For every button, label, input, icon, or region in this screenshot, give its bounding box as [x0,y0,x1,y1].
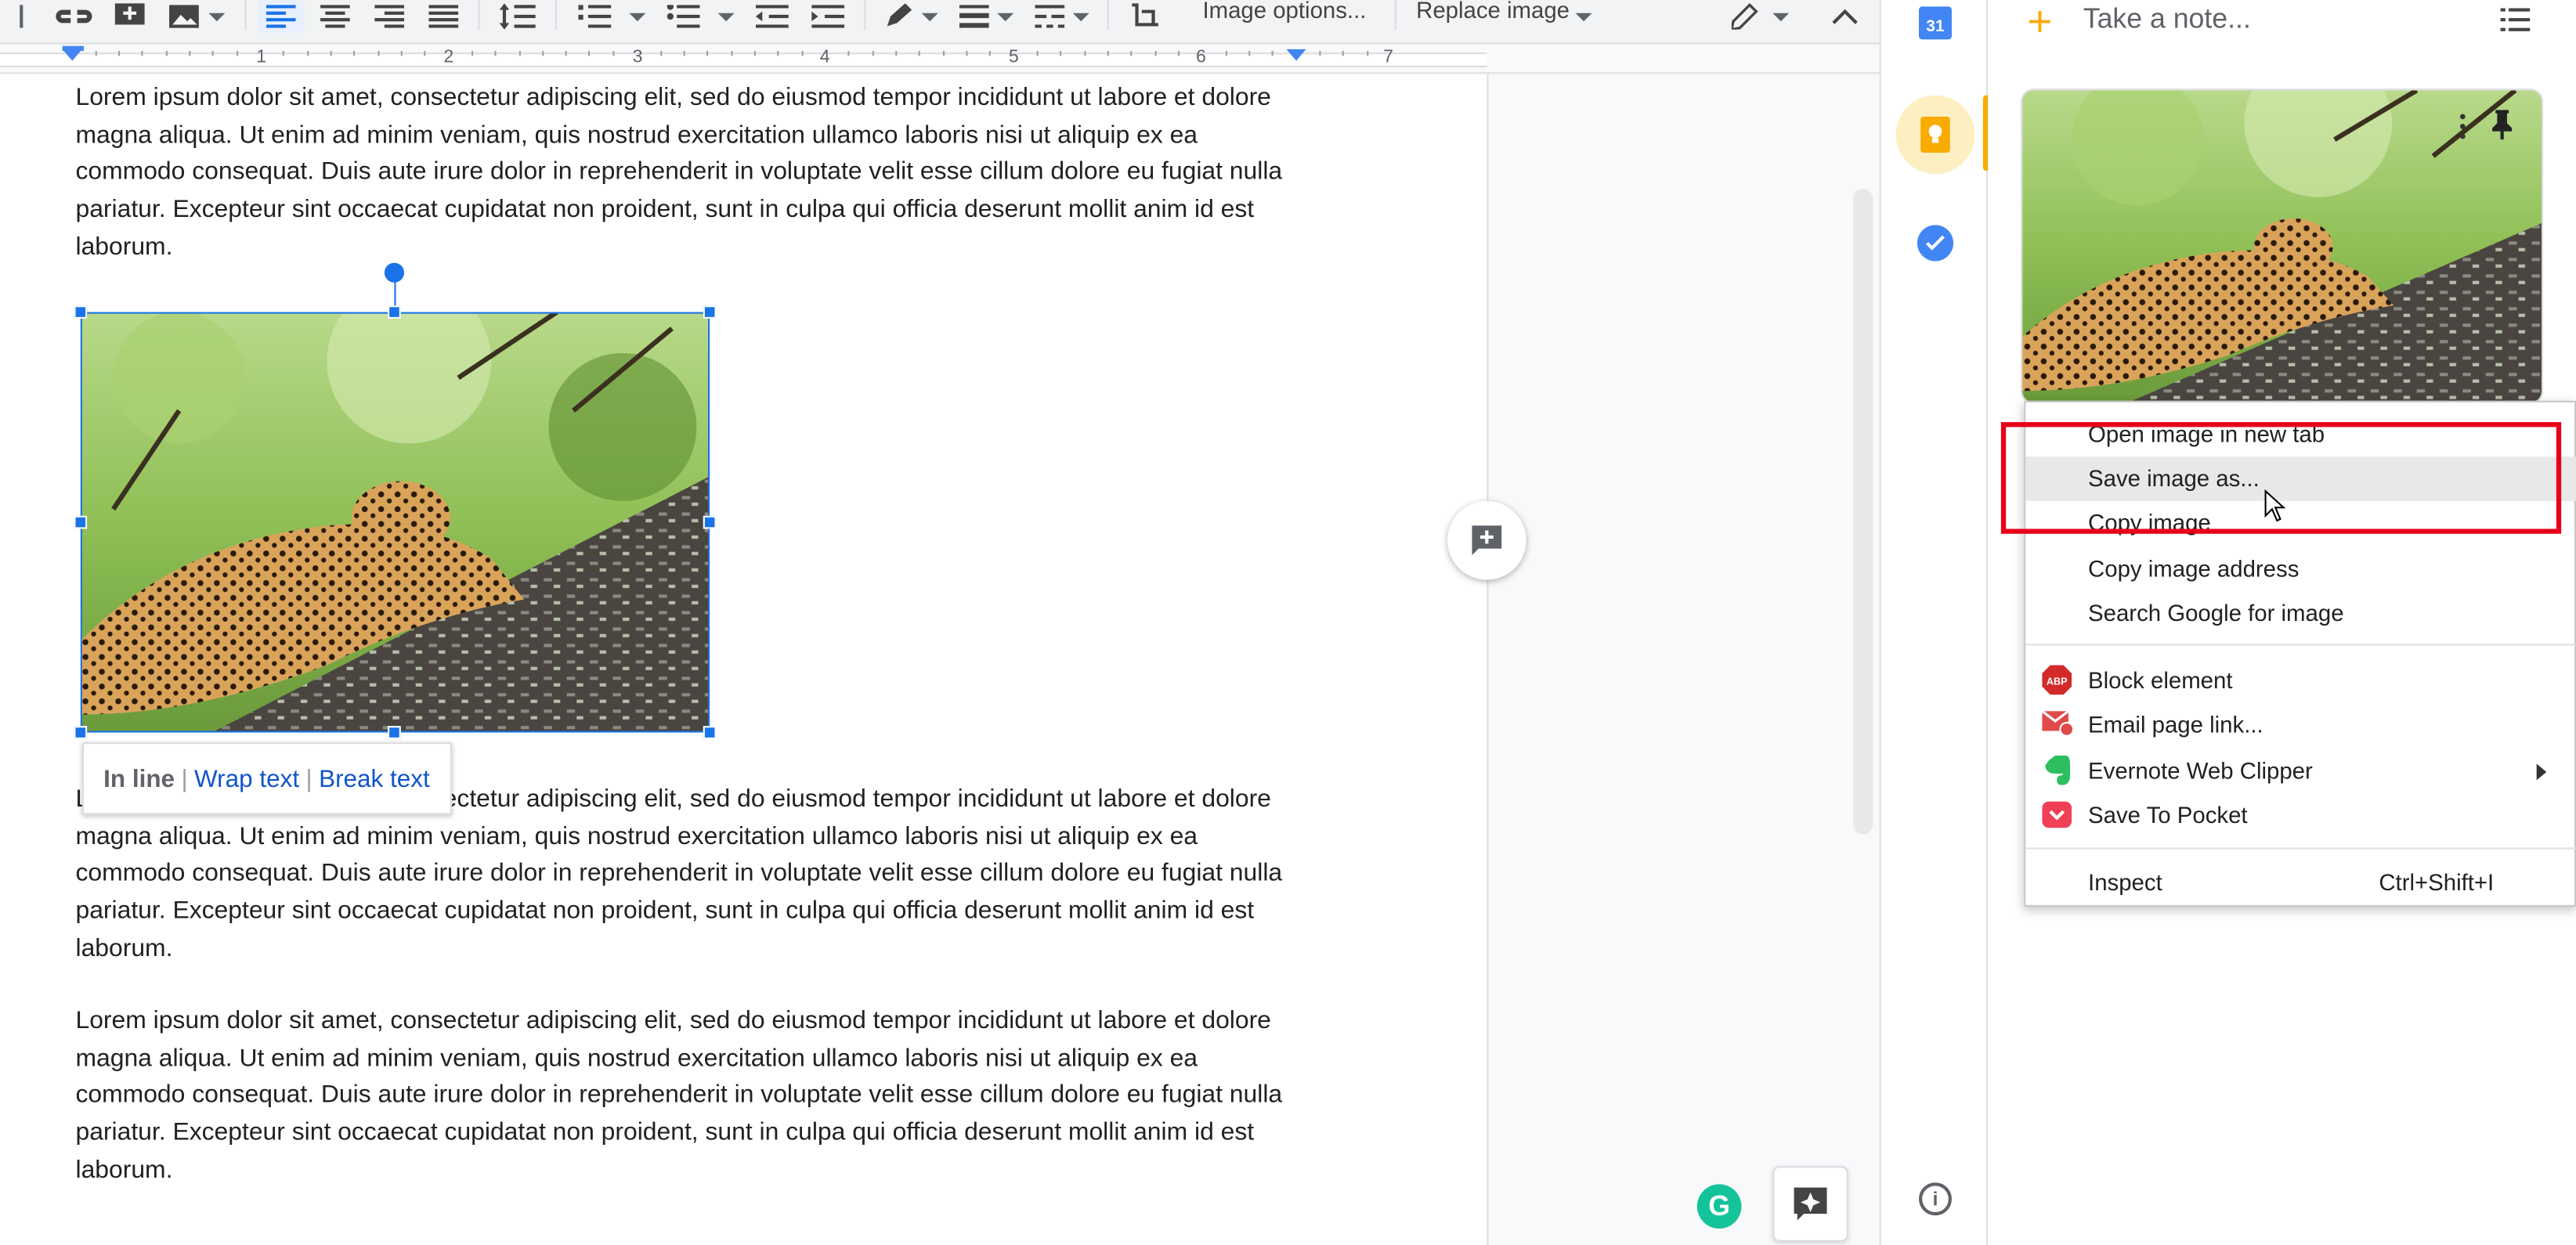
chevron-down-icon[interactable] [1071,0,1091,33]
info-icon[interactable]: i [1918,1182,1952,1216]
decrease-indent-icon[interactable] [753,0,792,33]
ruler-number: 6 [1196,47,1206,68]
explore-icon [1794,1187,1827,1221]
resize-handle-bottom[interactable] [388,726,401,739]
resize-handle-top[interactable] [388,305,401,319]
left-indent-marker[interactable] [62,49,82,61]
calendar-icon[interactable]: 31 [1918,6,1952,40]
menu-item-search-google-for-image[interactable]: Search Google for image [2025,591,2576,636]
chevron-down-icon[interactable] [1574,0,1594,33]
increase-indent-icon[interactable] [808,0,847,33]
checklist-icon[interactable] [2500,6,2531,41]
image-selection-border [80,312,710,733]
paragraph[interactable]: Lorem ipsum dolor sit amet, consectetur … [75,81,1291,267]
resize-handle-right[interactable] [703,515,717,529]
add-comment-icon [1472,525,1502,555]
line-spacing-icon[interactable] [496,0,539,33]
more-vert-icon[interactable] [2459,114,2466,140]
document-margin-area [1487,74,1880,1245]
crop-icon[interactable] [1127,0,1166,33]
email-icon [2041,709,2075,739]
inspect-shortcut: Ctrl+Shift+I [2379,868,2495,896]
separator: | [305,764,313,793]
chevron-down-icon[interactable] [920,0,940,33]
paragraph[interactable]: Lorem ipsum dolor sit amet, consectetur … [75,1004,1291,1190]
chevron-down-icon[interactable] [627,0,647,33]
border-weight-icon[interactable] [956,0,992,33]
grammarly-icon[interactable]: G [1696,1184,1742,1229]
separator: | [181,764,188,793]
link-icon[interactable] [52,0,96,33]
svg-text:ABP: ABP [2047,677,2068,687]
insert-image-icon[interactable] [164,0,204,33]
chevron-down-icon[interactable] [207,0,226,33]
break-text-option[interactable]: Break text [319,764,430,792]
chevron-down-icon[interactable] [717,0,736,33]
rotation-handle[interactable] [384,262,405,283]
plus-icon[interactable]: + [2027,0,2052,48]
ruler-number: 4 [819,47,830,68]
menu-separator [2025,847,2576,850]
ruler-track [0,52,1487,68]
menu-item-block-element[interactable]: ABP Block element [2025,659,2576,703]
border-color-icon[interactable] [880,0,916,33]
resize-handle-top-right[interactable] [703,305,717,319]
insert-comment-icon[interactable] [108,0,151,33]
pencil-icon[interactable] [1729,0,1765,33]
ruler: 1 2 3 4 5 6 7 [0,44,1880,74]
more-icon[interactable] [13,0,30,33]
ruler-number: 7 [1383,47,1394,68]
ruler-number: 5 [1008,47,1019,68]
menu-separator [2025,644,2576,646]
resize-handle-top-left[interactable] [74,305,88,319]
pin-icon[interactable] [2492,110,2513,148]
align-right-icon[interactable] [370,0,409,33]
border-dash-icon[interactable] [1031,0,1068,33]
ruler-number: 3 [632,47,643,68]
scrollbar-thumb[interactable] [1853,189,1873,835]
adblock-icon: ABP [2042,665,2075,695]
resize-handle-bottom-right[interactable] [703,726,717,739]
align-center-icon[interactable] [316,0,355,33]
text-wrap-popup: In line | Wrap text | Break text [81,742,452,815]
add-comment-button[interactable] [1447,500,1526,580]
take-note-input[interactable]: Take a note... [2083,3,2251,36]
first-line-indent-marker[interactable] [62,45,84,52]
tasks-icon[interactable] [1917,225,1954,262]
keep-icon[interactable] [1895,95,1975,175]
wrap-text-option[interactable]: Wrap text [194,764,299,792]
in-line-option[interactable]: In line [103,764,175,792]
bulleted-list-icon[interactable] [663,0,703,33]
replace-image-button[interactable]: Replace image [1416,0,1570,23]
image-options-button[interactable]: Image options... [1202,0,1366,23]
menu-item-email-page-link[interactable]: Email page link... [2025,703,2576,748]
note-card[interactable] [2021,88,2544,405]
numbered-list-icon[interactable] [575,0,614,33]
align-left-icon[interactable] [258,0,305,33]
menu-item-inspect[interactable]: Inspect Ctrl+Shift+I [2025,861,2576,905]
menu-item-save-to-pocket[interactable]: Save To Pocket [2025,793,2576,838]
submenu-arrow-icon [2536,763,2547,781]
resize-handle-left[interactable] [74,515,88,529]
justify-icon[interactable] [424,0,463,33]
chevron-down-icon[interactable] [995,0,1015,33]
ruler-number: 1 [256,47,267,68]
calendar-day: 31 [1926,18,1945,37]
ruler-number: 2 [443,47,454,68]
pocket-icon [2042,800,2075,830]
collapse-toolbar-icon[interactable] [1827,0,1863,33]
right-indent-marker[interactable] [1286,49,1306,61]
menu-item-copy-image-address[interactable]: Copy image address [2025,547,2576,592]
screen: Image options... Replace image 1 2 3 4 5… [0,0,2576,1245]
editing-toolbar: Image options... Replace image [0,0,1880,45]
chevron-down-icon[interactable] [1771,0,1790,33]
explore-button[interactable] [1772,1166,1848,1242]
side-panel-strip [1879,0,1989,1245]
menu-item-evernote-web-clipper[interactable]: Evernote Web Clipper [2025,749,2576,794]
resize-handle-bottom-left[interactable] [74,726,88,739]
evernote-icon [2042,755,2075,785]
mouse-cursor-icon [2263,489,2286,530]
